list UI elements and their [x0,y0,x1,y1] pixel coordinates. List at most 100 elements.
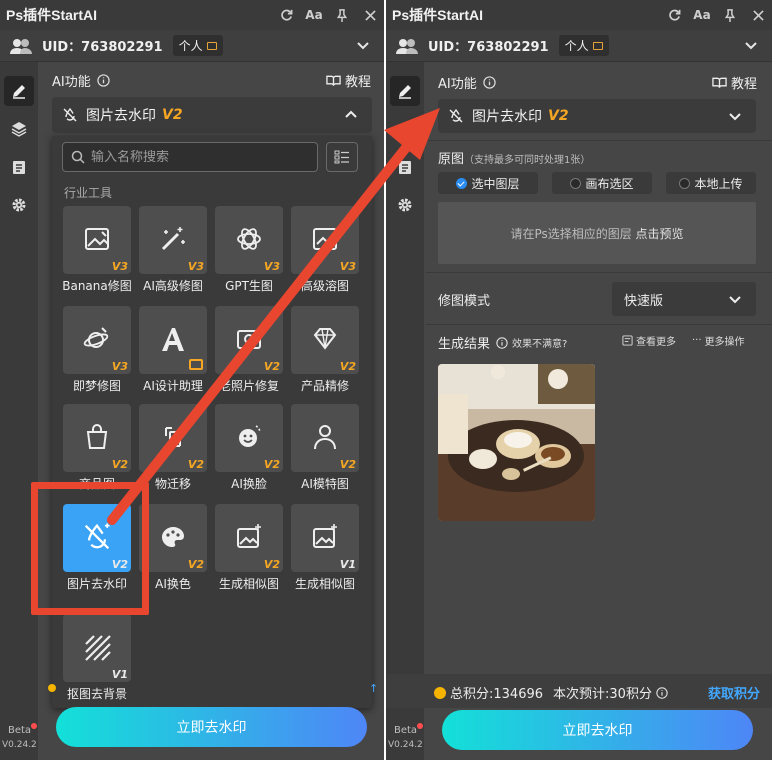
tool-item-tile[interactable]: V2 [215,404,283,472]
tool-item-tile[interactable] [139,306,207,374]
tool-item[interactable]: V1 抠图去背景 [62,614,132,706]
tool-selector[interactable]: 图片去水印 V2 [52,97,372,133]
chevron-down-icon[interactable] [744,36,758,56]
font-size-button[interactable]: Aa [300,0,328,30]
tool-selector[interactable]: 图片去水印 V2 [438,99,756,133]
source-header: 原图（支持最多可同时处理1张） [438,148,590,167]
tool-item-tile[interactable]: V2 [291,404,359,472]
tool-item-tile[interactable]: V3 [139,206,207,274]
tool-item-tile[interactable]: V2 [215,504,283,572]
tool-item[interactable]: V3 高级溶图 [290,206,360,298]
sidebar-item-tasks[interactable] [390,152,420,182]
layers-icon [11,122,27,137]
chevron-down-icon[interactable] [728,109,742,123]
chevron-up-icon[interactable] [344,108,358,122]
tool-selector-label: 图片去水印 [86,108,156,124]
info-icon[interactable] [656,686,668,699]
tool-version-tag: V3 [111,360,128,373]
tool-item[interactable]: V2 AI模特图 [290,404,360,496]
chevron-down-icon[interactable] [356,36,370,56]
sidebar-item-settings[interactable] [390,190,420,220]
tutorial-link[interactable]: 教程 [326,71,371,90]
source-option-local-upload[interactable]: 本地上传 [666,172,756,194]
close-icon[interactable] [356,0,384,30]
tool-item-tile[interactable]: V3 [215,206,283,274]
preview-link[interactable]: 点击预览 [636,225,684,242]
face-swap-icon [234,422,264,455]
sidebar-item-edit[interactable] [4,76,34,106]
title-bar: Ps插件StartAI Aa [0,0,384,30]
tool-item-tile[interactable]: V2 [291,306,359,374]
plan-badge[interactable]: 个人 [172,35,223,56]
ellipsis-icon: ··· [692,335,702,346]
beta-text: Beta [394,725,418,736]
tool-item-tile[interactable]: V1 [291,504,359,572]
tool-item[interactable]: V2 产品精修 [290,306,360,398]
list-view-button[interactable] [326,142,358,172]
sidebar-item-tasks[interactable] [4,152,34,182]
more-ops-link[interactable]: ··· 更多操作 [692,333,745,348]
primary-action-button[interactable]: 立即去水印 [442,710,753,750]
divider [426,324,772,325]
info-icon[interactable] [483,76,496,89]
info-icon[interactable] [496,336,508,349]
sidebar-item-edit[interactable] [390,76,420,106]
tool-version-tag: V3 [339,260,356,273]
close-icon[interactable] [744,0,772,30]
font-size-button[interactable]: Aa [688,0,716,30]
category-label: 行业工具 [64,186,113,200]
refresh-icon[interactable] [272,0,300,30]
tool-item-tile[interactable]: V2 [139,404,207,472]
tool-item-tile[interactable]: V2 [215,306,283,374]
tool-item-label: 生成相似图 [218,577,279,591]
tool-version-tag: V2 [263,360,280,373]
pin-icon[interactable] [328,0,356,30]
uid-text: UID：763802291 [428,40,549,55]
get-points-link[interactable]: 获取积分 [708,683,760,702]
info-icon[interactable] [97,74,110,87]
sidebar-item-layers[interactable] [390,114,420,144]
divider [426,272,772,273]
mode-select[interactable]: 快速版 [612,282,756,316]
pin-icon[interactable] [716,0,744,30]
tool-item[interactable]: V2 生成相似图 [214,504,284,596]
sidebar-item-settings[interactable] [4,190,34,220]
source-preview-area[interactable]: 请在Ps选择相应的图层 点击预览 [438,202,756,264]
plan-badge[interactable]: 个人 [558,35,609,56]
tool-item[interactable]: V3 Banana修图 [62,206,132,298]
search-input[interactable] [91,149,291,165]
layers-icon [397,122,413,137]
tool-item-tile[interactable]: V2 [139,504,207,572]
tool-item[interactable]: V1 生成相似图 [290,504,360,596]
view-more-link[interactable]: 查看更多 [622,333,676,348]
tool-version-tag: V1 [339,558,356,571]
source-option-canvas-selection[interactable]: 画布选区 [552,172,652,194]
tool-item[interactable]: V2 老照片修复 [214,306,284,398]
tool-version-tag: V2 [339,458,356,471]
refresh-icon[interactable] [660,0,688,30]
tool-item[interactable]: AI设计助理 [138,306,208,398]
ai-section-label: AI功能 [52,75,91,90]
no-watermark-icon [449,108,463,123]
tool-item-tile[interactable]: V3 [63,306,131,374]
tool-item[interactable]: V3 GPT生图 [214,206,284,298]
sidebar-item-layers[interactable] [4,114,34,144]
tool-item[interactable]: V2 AI换脸 [214,404,284,496]
tutorial-link[interactable]: 教程 [712,73,757,92]
tool-item-tile[interactable]: V2 [63,404,131,472]
tool-item-tile[interactable]: V3 [291,206,359,274]
crown-icon [189,359,203,370]
gear-icon [12,198,26,212]
total-points: 总积分:134696 [450,687,544,702]
tool-item-tile[interactable]: V1 [63,614,131,682]
result-thumbnail[interactable] [438,364,595,521]
tool-item-tile[interactable]: V3 [63,206,131,274]
book-icon [712,77,727,88]
source-label: 原图 [438,152,465,167]
tool-item[interactable]: V3 即梦修图 [62,306,132,398]
source-option-selected-layer[interactable]: 选中图层 [438,172,538,194]
tool-selector-label: 图片去水印 [472,109,542,125]
result-note[interactable]: 效果不满意? [512,335,567,350]
primary-action-button[interactable]: 立即去水印 [56,707,367,747]
tool-item[interactable]: V3 AI高级修图 [138,206,208,298]
